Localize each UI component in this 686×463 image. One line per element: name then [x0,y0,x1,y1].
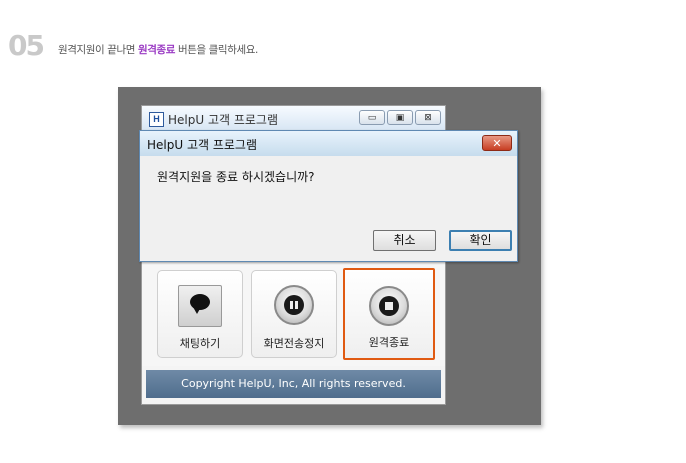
close-window-button[interactable]: ⊠ [415,110,441,125]
end-remote-label: 원격종료 [368,336,410,349]
window-controls: ▭ ▣ ⊠ [359,110,441,125]
instruction-after: 버튼을 클릭하세요. [175,44,258,56]
minimize-button[interactable]: ▭ [359,110,385,125]
dialog-message: 원격지원을 종료 하시겠습니까? [157,170,315,184]
maximize-button[interactable]: ▣ [387,110,413,125]
cancel-button[interactable]: 취소 [373,230,436,251]
chat-button[interactable]: 채팅하기 [157,270,243,358]
pause-icon [274,285,314,325]
dialog-titlebar[interactable]: HelpU 고객 프로그램 ✕ [140,131,517,157]
confirm-dialog: HelpU 고객 프로그램 ✕ 원격지원을 종료 하시겠습니까? 취소 확인 [139,130,518,262]
app-titlebar[interactable]: H HelpU 고객 프로그램 ▭ ▣ ⊠ [142,106,445,131]
pause-screen-label: 화면전송정지 [263,337,325,350]
step-number: 05 [8,29,45,62]
dialog-body: 원격지원을 종료 하시겠습니까? 취소 확인 [140,156,517,261]
instruction-text: 원격지원이 끝나면 원격종료 버튼을 클릭하세요. [58,42,258,57]
chat-button-label: 채팅하기 [179,337,221,350]
end-remote-button[interactable]: 원격종료 [343,268,435,360]
app-logo-icon: H [149,112,164,127]
chat-bubble-icon [178,285,222,327]
instruction-highlight: 원격종료 [137,44,176,56]
stop-icon [369,286,409,326]
dialog-title: HelpU 고객 프로그램 [147,138,258,152]
pause-screen-button[interactable]: 화면전송정지 [251,270,337,358]
instruction-before: 원격지원이 끝나면 [58,44,138,56]
app-title: HelpU 고객 프로그램 [168,113,279,127]
confirm-button[interactable]: 확인 [449,230,512,251]
copyright-bar: Copyright HelpU, Inc, All rights reserve… [146,370,441,398]
step-number-text: 05 [8,29,45,62]
dialog-close-button[interactable]: ✕ [482,135,512,151]
